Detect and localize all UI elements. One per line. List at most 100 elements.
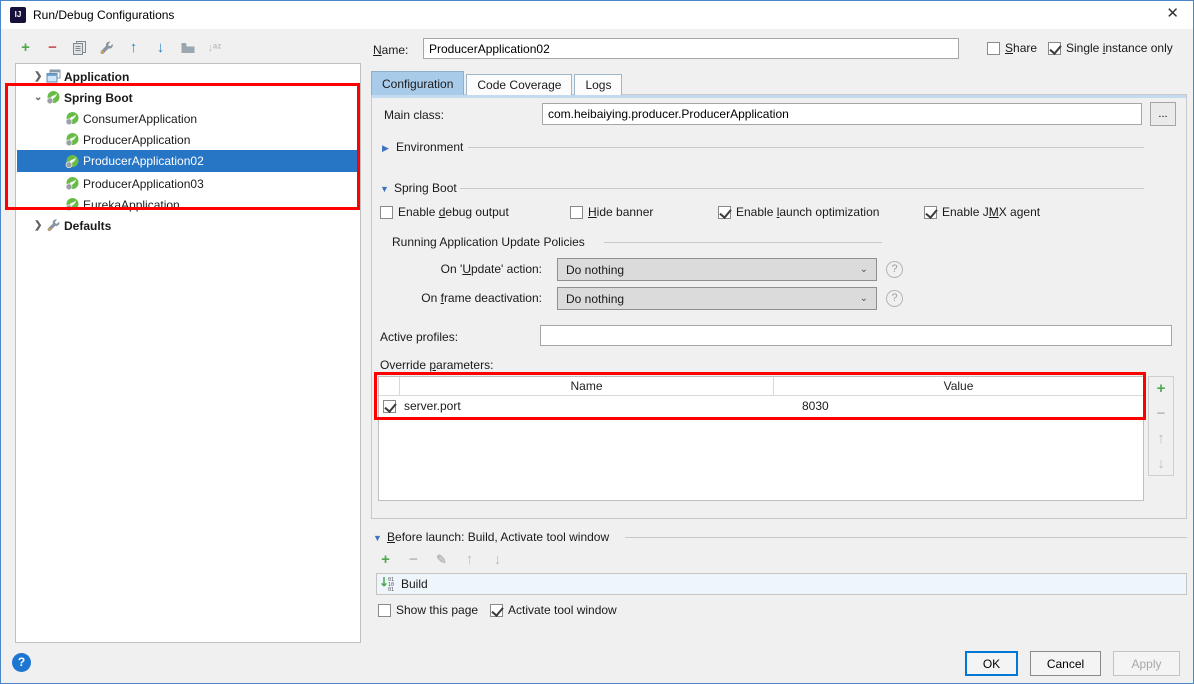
move-up-icon[interactable]: ↑ [1153,431,1170,448]
tree-item-label: Defaults [64,219,111,233]
show-this-page-checkbox[interactable]: Show this page [378,603,478,617]
on-frame-deactivation-value: Do nothing [566,292,624,306]
active-profiles-input[interactable] [540,325,1172,346]
on-update-action-value: Do nothing [566,263,624,277]
move-down-icon[interactable]: ↓ [489,552,506,569]
application-icon [46,69,61,84]
enable-jmx-agent-checkbox[interactable]: Enable JMX agent [924,205,1040,219]
on-frame-deactivation-dropdown[interactable]: Do nothing ⌄ [557,287,877,310]
browse-main-class-button[interactable]: ... [1150,102,1176,126]
chevron-right-icon[interactable]: ❯ [34,71,46,82]
remove-icon[interactable]: − [405,552,422,569]
hide-banner-box[interactable] [570,206,583,219]
environment-expand-icon[interactable]: ▶ [382,143,389,154]
show-this-page-box[interactable] [378,604,391,617]
add-icon[interactable]: + [377,552,394,569]
hide-banner-checkbox[interactable]: Hide banner [570,205,653,219]
enable-debug-output-box[interactable] [380,206,393,219]
tree-item-application[interactable]: ❯ Application [17,66,359,87]
svg-text:01: 01 [388,587,394,591]
tree-item-consumerapplication[interactable]: ConsumerApplication [17,108,359,129]
remove-icon[interactable]: − [1153,406,1170,423]
frame-deactivation-help-icon[interactable]: ? [886,290,903,307]
parameter-enabled-checkbox[interactable] [383,400,396,413]
override-parameters-label: Override parameters: [380,358,493,372]
help-icon[interactable]: ? [12,653,31,672]
spring-boot-divider [460,188,1144,189]
tab-code-coverage[interactable]: Code Coverage [466,74,572,95]
configurations-toolbar: + − ↑ ↓ ↓ᵃᶻ [17,40,223,57]
edit-icon[interactable]: ✎ [433,552,450,569]
move-down-icon[interactable]: ↓ [1153,456,1170,473]
ok-button[interactable]: OK [965,651,1018,676]
enable-jmx-agent-label: Enable JMX agent [942,205,1040,219]
cancel-button[interactable]: Cancel [1030,651,1101,676]
remove-icon[interactable]: − [44,40,61,57]
before-launch-item-build[interactable]: 011001 Build [376,573,1187,595]
tab-logs[interactable]: Logs [574,74,622,95]
activate-tool-window-checkbox[interactable]: Activate tool window [490,603,617,617]
tab-configuration[interactable]: Configuration [371,71,464,95]
single-instance-checkbox-box[interactable] [1048,42,1061,55]
sort-alphabetically-icon[interactable]: ↓ᵃᶻ [206,40,223,57]
close-icon[interactable]: ✕ [1166,5,1179,23]
intellij-logo-icon: IJ [10,7,26,23]
title-bar: IJ Run/Debug Configurations ✕ [1,1,1193,29]
table-side-toolbar: + − ↑ ↓ [1148,376,1174,476]
on-update-action-dropdown[interactable]: Do nothing ⌄ [557,258,877,281]
name-column-header[interactable]: Name [400,377,774,395]
move-up-icon[interactable]: ↑ [125,40,142,57]
share-checkbox[interactable]: Share [987,41,1037,55]
tree-item-producerapplication02-selected[interactable]: ProducerApplication02 [17,150,359,172]
chevron-right-icon[interactable]: ❯ [34,220,46,231]
chevron-down-icon[interactable]: ⌄ [34,92,46,103]
enable-jmx-agent-box[interactable] [924,206,937,219]
move-up-icon[interactable]: ↑ [461,552,478,569]
tree-item-label: ProducerApplication03 [83,177,204,191]
new-folder-icon[interactable] [179,40,196,57]
add-icon[interactable]: + [1153,381,1170,398]
chevron-down-icon: ⌄ [860,293,868,304]
build-item-label: Build [401,577,428,591]
configurations-tree: ❯ Application ⌄ Spring Boot ConsumerAppl… [15,63,361,643]
before-launch-expand-icon[interactable]: ▼ [373,533,382,543]
spring-boot-icon [65,176,80,191]
value-column-header[interactable]: Value [774,377,1143,395]
parameter-value-cell[interactable]: 8030 [802,399,829,413]
spring-boot-icon [65,111,80,126]
tree-item-producerapplication03[interactable]: ProducerApplication03 [17,173,359,194]
before-launch-label: Before launch: Build, Activate tool wind… [387,530,609,544]
tree-item-eurekaapplication[interactable]: EurekaApplication [17,194,359,215]
apply-button[interactable]: Apply [1113,651,1180,676]
tree-item-label: ProducerApplication02 [83,154,204,168]
activate-tool-window-box[interactable] [490,604,503,617]
tree-item-label: ProducerApplication [83,133,190,147]
tree-item-spring-boot[interactable]: ⌄ Spring Boot [17,87,359,108]
parameter-name-cell[interactable]: server.port [404,399,790,413]
share-checkbox-box[interactable] [987,42,1000,55]
name-input[interactable] [423,38,959,59]
update-action-help-icon[interactable]: ? [886,261,903,278]
tree-item-producerapplication[interactable]: ProducerApplication [17,129,359,150]
main-class-input[interactable] [542,103,1142,125]
activate-tool-window-label: Activate tool window [508,603,617,617]
add-icon[interactable]: + [17,40,34,57]
enable-debug-output-checkbox[interactable]: Enable debug output [380,205,509,219]
tree-item-defaults[interactable]: ❯ Defaults [17,215,359,236]
show-this-page-label: Show this page [396,603,478,617]
edit-defaults-icon[interactable] [98,40,115,57]
spring-boot-icon [46,90,61,105]
wrench-icon [46,218,61,233]
move-down-icon[interactable]: ↓ [152,40,169,57]
tree-item-label: ConsumerApplication [83,112,197,126]
enabled-column-header[interactable] [379,377,400,395]
table-row[interactable]: server.port 8030 [379,396,1143,416]
copy-icon[interactable] [71,40,88,57]
enable-launch-optimization-box[interactable] [718,206,731,219]
single-instance-label: Single instance only [1066,41,1173,55]
on-update-action-label: On 'Update' action: [410,262,542,276]
enable-launch-optimization-checkbox[interactable]: Enable launch optimization [718,205,879,219]
spring-boot-expand-icon[interactable]: ▼ [380,184,389,194]
single-instance-checkbox[interactable]: Single instance only [1048,41,1173,55]
environment-divider [468,147,1144,148]
